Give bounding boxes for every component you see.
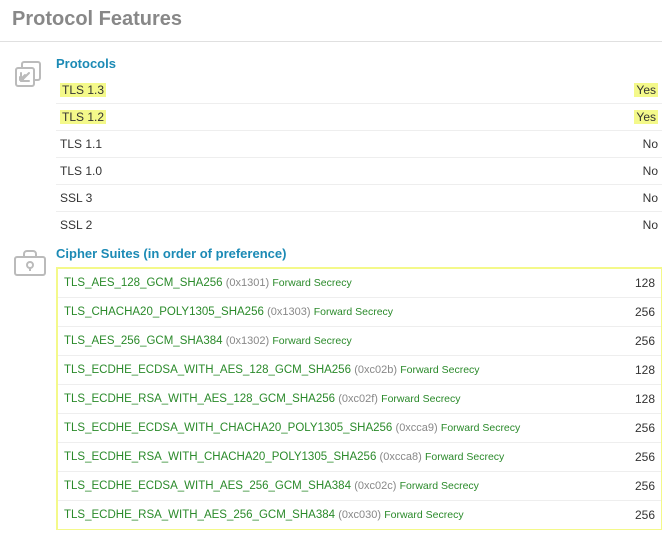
protocol-row: SSL 3 No — [56, 185, 662, 212]
cipher-bits: 256 — [635, 508, 655, 522]
cipher-row: TLS_ECDHE_ECDSA_WITH_AES_256_GCM_SHA384 … — [58, 472, 661, 501]
cipher-tag: Forward Secrecy — [425, 451, 504, 463]
cipher-row: TLS_AES_128_GCM_SHA256 (0x1301) Forward … — [58, 269, 661, 298]
cipher-row: TLS_AES_256_GCM_SHA384 (0x1302) Forward … — [58, 327, 661, 356]
cipher-name: TLS_AES_256_GCM_SHA384 — [64, 335, 223, 347]
cipher-hex: (0xc030) — [338, 509, 381, 521]
cipher-bits: 256 — [635, 421, 655, 435]
protocol-status: No — [643, 164, 658, 178]
protocol-status: Yes — [634, 110, 658, 124]
cipher-tag: Forward Secrecy — [314, 306, 393, 318]
cipher-hex: (0x1302) — [226, 335, 269, 347]
cipher-name: TLS_ECDHE_RSA_WITH_AES_128_GCM_SHA256 — [64, 393, 335, 405]
protocol-name: TLS 1.1 — [60, 137, 102, 151]
cipher-row: TLS_ECDHE_ECDSA_WITH_CHACHA20_POLY1305_S… — [58, 414, 661, 443]
cipher-tag: Forward Secrecy — [400, 480, 479, 492]
protocol-status: Yes — [634, 83, 658, 97]
protocol-name: SSL 3 — [60, 191, 92, 205]
cipher-bits: 128 — [635, 276, 655, 290]
cipher-name: TLS_ECDHE_ECDSA_WITH_AES_128_GCM_SHA256 — [64, 364, 351, 376]
cipher-hex: (0xcca9) — [396, 422, 438, 434]
protocol-name: TLS 1.0 — [60, 164, 102, 178]
cipher-bits: 256 — [635, 334, 655, 348]
cipher-hex: (0x1301) — [226, 277, 269, 289]
cipher-row: TLS_ECDHE_RSA_WITH_CHACHA20_POLY1305_SHA… — [58, 443, 661, 472]
cipher-bits: 256 — [635, 305, 655, 319]
cipher-tag: Forward Secrecy — [381, 393, 460, 405]
cipher-tag: Forward Secrecy — [384, 509, 463, 521]
cipher-bits: 128 — [635, 392, 655, 406]
cipher-bits: 256 — [635, 450, 655, 464]
briefcase-lock-icon — [12, 246, 56, 281]
protocol-name: TLS 1.3 — [60, 83, 106, 97]
cipher-row: TLS_ECDHE_RSA_WITH_AES_128_GCM_SHA256 (0… — [58, 385, 661, 414]
protocol-status: No — [643, 218, 658, 232]
cipher-bits: 128 — [635, 363, 655, 377]
ciphers-heading: Cipher Suites (in order of preference) — [56, 246, 662, 261]
expand-icon — [12, 56, 56, 97]
cipher-name: TLS_ECDHE_RSA_WITH_CHACHA20_POLY1305_SHA… — [64, 451, 376, 463]
cipher-hex: (0x1303) — [267, 306, 310, 318]
cipher-name: TLS_AES_128_GCM_SHA256 — [64, 277, 223, 289]
cipher-hex: (0xcca8) — [380, 451, 422, 463]
cipher-tag: Forward Secrecy — [272, 335, 351, 347]
divider — [0, 41, 662, 42]
cipher-tag: Forward Secrecy — [400, 364, 479, 376]
protocol-row: TLS 1.2 Yes — [56, 104, 662, 131]
cipher-tag: Forward Secrecy — [272, 277, 351, 289]
cipher-tag: Forward Secrecy — [441, 422, 520, 434]
cipher-name: TLS_ECDHE_RSA_WITH_AES_256_GCM_SHA384 — [64, 509, 335, 521]
cipher-name: TLS_ECDHE_ECDSA_WITH_CHACHA20_POLY1305_S… — [64, 422, 392, 434]
cipher-hex: (0xc02c) — [354, 480, 396, 492]
protocol-row: SSL 2 No — [56, 212, 662, 238]
ciphers-section: Cipher Suites (in order of preference) T… — [0, 246, 662, 538]
cipher-row: TLS_CHACHA20_POLY1305_SHA256 (0x1303) Fo… — [58, 298, 661, 327]
protocol-row: TLS 1.1 No — [56, 131, 662, 158]
protocol-name: SSL 2 — [60, 218, 92, 232]
cipher-bits: 256 — [635, 479, 655, 493]
protocol-name: TLS 1.2 — [60, 110, 106, 124]
cipher-row: TLS_ECDHE_ECDSA_WITH_AES_128_GCM_SHA256 … — [58, 356, 661, 385]
protocol-status: No — [643, 191, 658, 205]
cipher-hex: (0xc02b) — [354, 364, 397, 376]
page-title: Protocol Features — [0, 0, 662, 41]
cipher-list: TLS_AES_128_GCM_SHA256 (0x1301) Forward … — [56, 267, 662, 530]
protocol-row: TLS 1.3 Yes — [56, 77, 662, 104]
cipher-hex: (0xc02f) — [338, 393, 378, 405]
protocols-section: Protocols TLS 1.3YesTLS 1.2YesTLS 1.1NoT… — [0, 56, 662, 246]
protocol-row: TLS 1.0 No — [56, 158, 662, 185]
cipher-name: TLS_ECDHE_ECDSA_WITH_AES_256_GCM_SHA384 — [64, 480, 351, 492]
cipher-row: TLS_ECDHE_RSA_WITH_AES_256_GCM_SHA384 (0… — [58, 501, 661, 529]
protocol-status: No — [643, 137, 658, 151]
protocols-heading: Protocols — [56, 56, 662, 71]
cipher-name: TLS_CHACHA20_POLY1305_SHA256 — [64, 306, 264, 318]
